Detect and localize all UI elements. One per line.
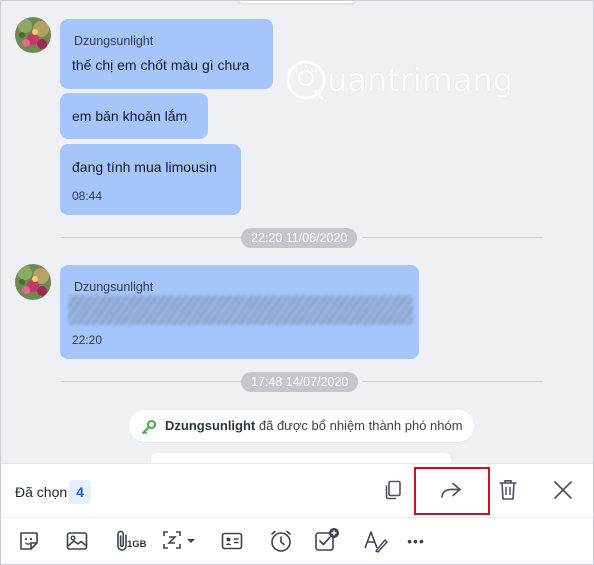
delete-button[interactable] [494, 476, 522, 504]
message-time: 22:20 [72, 333, 103, 347]
message-bubble[interactable]: em băn khoăn lắm [60, 93, 208, 139]
image-icon [66, 532, 88, 550]
forward-highlight-box [414, 467, 490, 515]
task-button[interactable] [312, 526, 342, 556]
message-bubble[interactable]: Dzungsunlight thế chị em chốt màu gì chư… [60, 19, 273, 89]
attach-limit-label: 1GB [127, 539, 147, 550]
avatar[interactable] [15, 17, 51, 53]
reminder-clock-icon [271, 530, 291, 552]
avatar-image [15, 17, 51, 53]
screenshot-button[interactable] [161, 526, 201, 556]
message-text: em băn khoăn lắm [72, 108, 188, 124]
image-button[interactable] [62, 526, 92, 556]
sender-name[interactable]: Dzungsunlight [74, 34, 153, 48]
divider [61, 237, 241, 238]
sticker-button[interactable] [14, 526, 44, 556]
divider [362, 237, 543, 238]
system-notice: Dzungsunlight đã được bổ nhiệm thành phó… [129, 410, 474, 442]
task-icon [315, 528, 339, 551]
selected-label: Đã chọn [15, 484, 68, 500]
previous-message-edge [237, 1, 357, 3]
message-text: đang tính mua limousin [72, 159, 217, 175]
message-time: 08:44 [72, 189, 103, 203]
quantrimang-logo [286, 60, 326, 101]
composer-toolbar: ••• [1, 517, 593, 564]
message-list[interactable]: uantrimang Dzungsunlight thế chị em chốt… [1, 1, 593, 463]
avatar[interactable] [15, 264, 51, 300]
close-icon [554, 481, 572, 499]
message-bubble[interactable]: Dzungsunlight 22:20 [60, 265, 419, 359]
date-separator: 22:20 11/06/2020 [241, 228, 358, 248]
format-text-button[interactable] [360, 526, 390, 556]
date-separator: 17:48 14/07/2020 [241, 372, 359, 392]
chat-window: uantrimang Dzungsunlight thế chị em chốt… [0, 0, 594, 565]
message-bubble[interactable]: đang tính mua limousin 08:44 [60, 144, 241, 215]
blurred-message-text [68, 295, 413, 325]
format-text-icon [364, 531, 388, 553]
next-notice-edge [151, 453, 451, 463]
more-options-button[interactable]: ••• [400, 526, 432, 556]
notice-text: đã được bổ nhiệm thành phó nhóm [255, 418, 463, 433]
copy-icon [385, 480, 401, 500]
contact-card-icon [221, 532, 243, 550]
avatar-image [15, 264, 51, 300]
selection-bar: Đã chọn 4 [1, 463, 593, 517]
trash-icon [499, 480, 517, 500]
notice-user-name: Dzungsunlight [165, 418, 256, 433]
divider [362, 381, 543, 382]
close-selection-button[interactable] [549, 476, 577, 504]
screenshot-icon [163, 531, 195, 549]
watermark-text: uantrimang [327, 61, 514, 99]
sticker-icon [20, 532, 38, 550]
reminder-button[interactable] [266, 526, 296, 556]
key-icon [142, 420, 156, 434]
copy-button[interactable] [379, 476, 407, 504]
divider [61, 381, 241, 382]
sender-name[interactable]: Dzungsunlight [74, 280, 153, 294]
selected-count-badge: 4 [69, 480, 91, 504]
contact-card-button[interactable] [217, 526, 247, 556]
message-text: thế chị em chốt màu gì chưa [72, 57, 250, 73]
